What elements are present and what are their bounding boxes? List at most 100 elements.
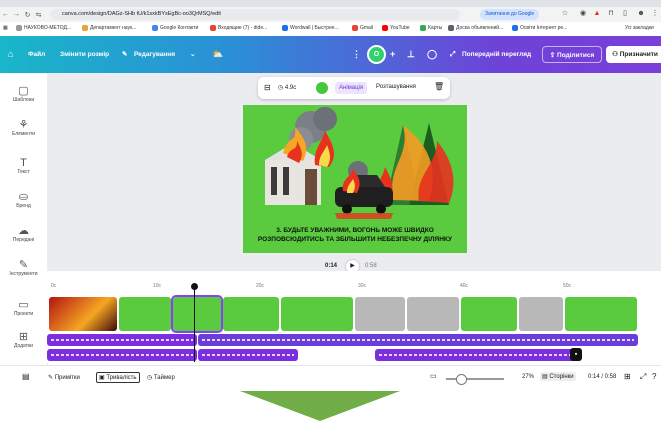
apps-grid-icon[interactable]: ▦ [3, 25, 8, 31]
bookmark-item[interactable]: Google Контакти [152, 25, 198, 31]
timeline-ruler: 0с 10с 20с 30с 40с 50с [47, 283, 661, 293]
avatar[interactable]: О [367, 45, 386, 64]
bookmark-item[interactable]: Wordwall | Быстрее... [282, 25, 339, 31]
browser-address-row: ← → ↻ ⇆ canva.com/design/DAGz-SHb tU/k1s… [0, 7, 661, 22]
audio-end-handle-icon[interactable]: ▪ [570, 348, 582, 361]
timeline-clip[interactable] [407, 297, 459, 331]
duration-toggle[interactable]: ▣ Тривалість [96, 372, 140, 383]
sidebar-item-apps[interactable]: ⊞ Додатки [0, 331, 47, 349]
timeline-clip-selected[interactable] [171, 295, 223, 333]
ruler-tick: 30с [358, 283, 367, 289]
timeline-clip[interactable] [519, 297, 563, 331]
edit-mode-dropdown[interactable]: Редагування [134, 36, 175, 73]
bookmarks-bar: ▦ НАУКОВО-МЕТОД... Департамент наук... G… [0, 22, 661, 37]
menu-icon[interactable]: ⋮ [650, 9, 660, 19]
bookmark-item[interactable]: Карты [420, 25, 442, 31]
sidebar-item-draw[interactable]: ✎ Інструменти [0, 259, 47, 277]
audio-track[interactable] [47, 334, 197, 346]
slide-caption[interactable]: 3. БУДЬТЕ УВАЖНИМИ, ВОГОНЬ МОЖЕ ШВИДКО Р… [243, 226, 467, 244]
edit-pencil-icon: ✎ [122, 51, 128, 58]
sidebar-item-templates[interactable]: ▢ Шаблони [0, 85, 47, 103]
playhead-handle[interactable] [191, 283, 198, 290]
preview-button[interactable]: Попередній перегляд [462, 36, 531, 73]
duration-button[interactable]: ◷ 4.9с [278, 84, 296, 91]
notes-button[interactable]: ✎ Примітки [48, 374, 80, 381]
timer-icon: ◷ [147, 375, 154, 381]
zoom-slider-thumb[interactable] [456, 374, 467, 385]
chevron-down-icon[interactable]: ⌄ [190, 36, 195, 73]
help-icon[interactable]: ? [652, 372, 656, 381]
sidebar-item-projects[interactable]: ▭ Проекти [0, 299, 47, 317]
browser-tab-strip [0, 0, 661, 7]
audio-track[interactable] [198, 334, 638, 346]
file-menu[interactable]: Файл [28, 36, 45, 73]
site-settings-icon[interactable]: ⇆ [33, 11, 44, 19]
zoom-level[interactable]: 27% [522, 374, 534, 380]
sidebar-item-text[interactable]: T Текст [0, 157, 47, 175]
editor-top-bar: ⌂ Файл Змінити розмір ✎ Редагування ⌄ ⛅ … [0, 36, 661, 73]
google-ask-chip[interactable]: Запитання до Google [480, 9, 540, 20]
profile-icon[interactable]: ☻ [636, 9, 646, 19]
zoom-slider-track[interactable] [446, 378, 504, 380]
resize-button[interactable]: Змінити розмір [60, 36, 109, 73]
reload-icon[interactable]: ↻ [22, 11, 33, 19]
timeline-clip[interactable] [281, 297, 353, 331]
star-icon[interactable]: ☆ [560, 9, 570, 19]
forward-icon[interactable]: → [11, 11, 22, 18]
timeline-clip[interactable] [223, 297, 279, 331]
comment-icon[interactable]: ◯ [427, 36, 437, 73]
timeline-playhead[interactable] [194, 286, 195, 362]
context-toolbar: ⊟ ◷ 4.9с Анімація Розташування 🗑 [258, 77, 450, 99]
ruler-tick: 50с [563, 283, 572, 289]
audio-track[interactable] [198, 349, 298, 361]
left-sidebar: ▢ Шаблони ⚘ Елементи T Текст ⛀ Бренд ☁ Переда… [0, 73, 48, 391]
sidebar-item-uploads[interactable]: ☁ Передані [0, 225, 47, 243]
alert-icon[interactable]: ▲ [592, 9, 602, 19]
audio-track[interactable] [47, 349, 197, 361]
ruler-tick: 40с [460, 283, 469, 289]
timeline-clip[interactable] [461, 297, 517, 331]
address-bar[interactable]: canva.com/design/DAGz-SHb tU/k1sxkBYsEgB… [50, 9, 460, 20]
sidebar-item-brand[interactable]: ⛀ Бренд [0, 191, 47, 209]
trash-icon[interactable]: 🗑 [434, 82, 444, 91]
position-button[interactable]: Розташування [376, 84, 416, 90]
people-icon: ⚇ [612, 51, 620, 58]
timeline-clip[interactable] [355, 297, 405, 331]
apps-icon: ⊞ [18, 331, 29, 343]
bookmark-item[interactable]: НАУКОВО-МЕТОД... [16, 25, 71, 31]
pages-button[interactable]: ▤ Сторінки [540, 372, 576, 381]
templates-icon: ▢ [18, 85, 29, 97]
download-icon[interactable]: ▯ [620, 9, 630, 19]
bookmark-item[interactable]: Доска объявлений... [448, 25, 503, 31]
timeline-clip[interactable] [119, 297, 171, 331]
bookmark-item[interactable]: Входящие (7) - dide... [210, 25, 267, 31]
bookmark-item[interactable]: YouTube [382, 25, 410, 31]
extension-icon[interactable]: ◉ [578, 9, 588, 19]
monitor-icon: ▭ [430, 373, 437, 380]
timeline-clip[interactable] [49, 297, 117, 331]
grid-view-icon[interactable]: ⊞ [624, 372, 631, 381]
grid-icon[interactable]: ▤ [22, 372, 30, 381]
more-options-icon[interactable]: ⋮ [352, 36, 361, 73]
split-icon[interactable]: ⊟ [264, 83, 271, 92]
all-bookmarks[interactable]: Усі закладки [625, 25, 654, 31]
add-collaborator-icon[interactable]: + [390, 36, 395, 73]
back-icon[interactable]: ← [0, 11, 11, 18]
timeline-clip[interactable] [565, 297, 637, 331]
timer-button[interactable]: ◷ Таймер [147, 374, 175, 381]
color-swatch[interactable] [316, 82, 328, 94]
audio-track[interactable] [375, 349, 575, 361]
bookmark-item[interactable]: Gmail [352, 25, 373, 31]
cloud-save-icon: ⛅ [212, 49, 224, 59]
down-arrow-icon [240, 391, 400, 421]
publish-button[interactable]: ⚇ Призначити [606, 46, 661, 63]
sidebar-item-elements[interactable]: ⚘ Елементи [0, 119, 47, 137]
fullscreen-icon[interactable]: ⤢ [640, 372, 646, 382]
animation-button[interactable]: Анімація [335, 82, 368, 94]
share-button[interactable]: ⇪ Поділитися [542, 46, 602, 63]
bookmark-item[interactable]: Департамент наук... [82, 25, 136, 31]
home-icon[interactable]: ⌂ [8, 36, 13, 73]
puzzle-icon[interactable]: ⊓ [606, 9, 616, 19]
insights-icon[interactable]: ⊥ [407, 36, 415, 73]
bookmark-item[interactable]: Освіти Інтернет ре... [512, 25, 567, 31]
